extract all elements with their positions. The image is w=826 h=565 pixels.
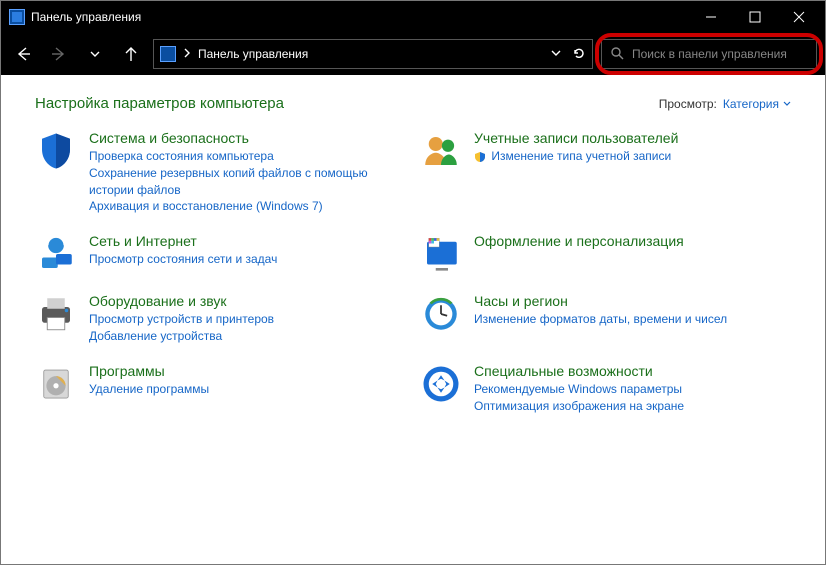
category-user-accounts: Учетные записи пользователей Изменение т…	[420, 130, 791, 215]
search-icon	[610, 46, 624, 63]
category-link[interactable]: Изменение форматов даты, времени и чисел	[474, 311, 727, 328]
category-hardware: Оборудование и звук Просмотр устройств и…	[35, 293, 406, 345]
network-icon	[35, 233, 77, 275]
category-programs: Программы Удаление программы	[35, 363, 406, 415]
category-network: Сеть и Интернет Просмотр состояния сети …	[35, 233, 406, 275]
back-button[interactable]	[9, 40, 37, 68]
control-panel-window: Панель управления	[0, 0, 826, 565]
category-title[interactable]: Сеть и Интернет	[89, 233, 277, 249]
navigation-bar: Панель управления	[1, 33, 825, 75]
category-link[interactable]: Оптимизация изображения на экране	[474, 398, 684, 415]
window-controls	[689, 1, 821, 33]
heading-row: Настройка параметров компьютера Просмотр…	[35, 95, 791, 112]
search-container	[601, 39, 817, 69]
search-box[interactable]	[601, 39, 817, 69]
category-title[interactable]: Специальные возможности	[474, 363, 684, 379]
window-title: Панель управления	[31, 10, 689, 24]
category-link[interactable]: Изменение типа учетной записи	[474, 148, 678, 165]
address-bar[interactable]: Панель управления	[153, 39, 593, 69]
category-link[interactable]: Проверка состояния компьютера	[89, 148, 406, 165]
printer-icon	[35, 293, 77, 335]
category-link[interactable]: Удаление программы	[89, 381, 209, 398]
app-icon	[9, 9, 25, 25]
disc-box-icon	[35, 363, 77, 405]
category-link[interactable]: Архивация и восстановление (Windows 7)	[89, 198, 406, 215]
category-link[interactable]: Добавление устройства	[89, 328, 274, 345]
address-path: Панель управления	[198, 47, 308, 61]
category-appearance: Оформление и персонализация	[420, 233, 791, 275]
users-icon	[420, 130, 462, 172]
category-link-label: Изменение типа учетной записи	[491, 149, 671, 163]
forward-button[interactable]	[45, 40, 73, 68]
view-by-label: Просмотр:	[659, 97, 717, 111]
category-title[interactable]: Часы и регион	[474, 293, 727, 309]
shield-icon	[35, 130, 77, 172]
uac-shield-icon	[474, 151, 486, 163]
category-ease-of-access: Специальные возможности Рекомендуемые Wi…	[420, 363, 791, 415]
search-input[interactable]	[632, 47, 808, 61]
view-by-dropdown[interactable]: Категория	[723, 97, 791, 111]
address-icon	[160, 46, 176, 62]
category-title[interactable]: Учетные записи пользователей	[474, 130, 678, 146]
content-area: Настройка параметров компьютера Просмотр…	[1, 75, 825, 564]
category-link[interactable]: Сохранение резервных копий файлов с помо…	[89, 165, 406, 199]
category-title[interactable]: Оборудование и звук	[89, 293, 274, 309]
category-system-security: Система и безопасность Проверка состояни…	[35, 130, 406, 215]
minimize-button[interactable]	[689, 1, 733, 33]
maximize-button[interactable]	[733, 1, 777, 33]
up-button[interactable]	[117, 40, 145, 68]
view-by-value: Категория	[723, 97, 779, 111]
recent-locations-dropdown[interactable]	[81, 40, 109, 68]
refresh-button[interactable]	[572, 46, 586, 63]
address-dropdown-icon[interactable]	[550, 47, 562, 62]
category-link[interactable]: Просмотр устройств и принтеров	[89, 311, 274, 328]
categories-grid: Система и безопасность Проверка состояни…	[35, 130, 791, 414]
accessibility-icon	[420, 363, 462, 405]
page-heading: Настройка параметров компьютера	[35, 95, 659, 112]
chevron-right-icon	[182, 47, 192, 61]
monitor-palette-icon	[420, 233, 462, 275]
category-clock-region: Часы и регион Изменение форматов даты, в…	[420, 293, 791, 345]
clock-globe-icon	[420, 293, 462, 335]
category-title[interactable]: Система и безопасность	[89, 130, 406, 146]
titlebar: Панель управления	[1, 1, 825, 33]
category-link[interactable]: Просмотр состояния сети и задач	[89, 251, 277, 268]
category-title[interactable]: Программы	[89, 363, 209, 379]
close-button[interactable]	[777, 1, 821, 33]
category-title[interactable]: Оформление и персонализация	[474, 233, 684, 249]
category-link[interactable]: Рекомендуемые Windows параметры	[474, 381, 684, 398]
chevron-down-icon	[783, 100, 791, 108]
